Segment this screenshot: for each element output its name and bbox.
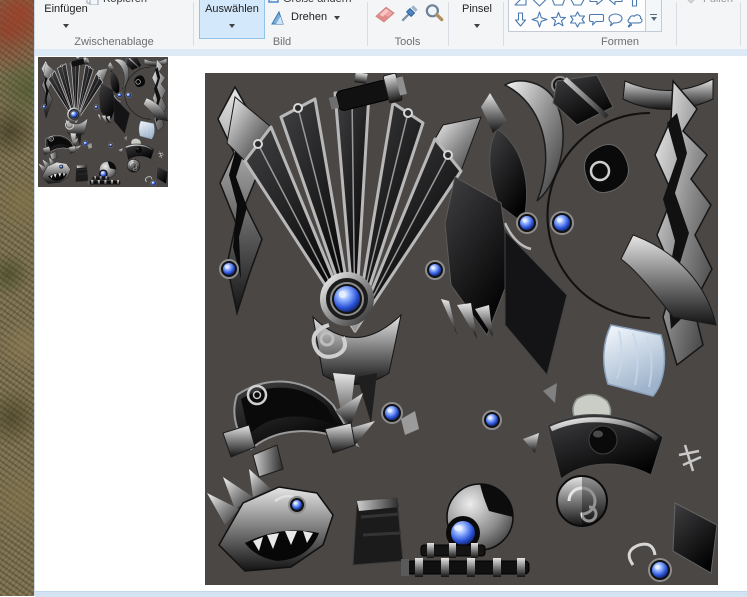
- rotate-dropdown-caret: [334, 16, 340, 20]
- shapes-gallery-more-button[interactable]: [645, 0, 661, 31]
- copy-icon: [86, 0, 99, 5]
- rotate-label: Drehen: [291, 11, 328, 23]
- shape-callout-cloud-icon[interactable]: [625, 11, 644, 28]
- image-group-label: Bild: [272, 36, 292, 48]
- shape-arrow-left-icon[interactable]: [606, 0, 625, 8]
- group-separator: [503, 2, 504, 46]
- brushes-dropdown-caret: [474, 24, 480, 28]
- gallery-more-icon: [650, 14, 657, 15]
- desktop-wallpaper-strip: [0, 0, 34, 596]
- ribbon: Einfügen Kopieren Zwischenablage Auswähl…: [35, 0, 747, 49]
- shape-star-4-icon[interactable]: [530, 11, 549, 28]
- eraser-tool-button[interactable]: [374, 2, 396, 24]
- magnifier-tool-button[interactable]: [423, 2, 445, 24]
- shape-callout-oval-icon[interactable]: [606, 11, 625, 28]
- armor-texture-canvas[interactable]: [205, 73, 718, 585]
- tools-group-label: Tools: [394, 36, 421, 48]
- brushes-button[interactable]: Pinsel: [453, 0, 501, 38]
- gallery-more-caret-icon: [650, 17, 657, 21]
- brushes-label: Pinsel: [462, 3, 492, 15]
- armor-texture-thumbnail[interactable]: [38, 57, 168, 187]
- copy-button[interactable]: Kopieren: [103, 0, 147, 5]
- group-separator: [740, 2, 741, 46]
- resize-button[interactable]: Größe ändern: [283, 0, 351, 5]
- eraser-icon: [375, 6, 395, 23]
- shape-arrow-down-icon[interactable]: [511, 11, 530, 28]
- magnifier-icon: [425, 4, 444, 22]
- ribbon-bottom-edge: [35, 49, 747, 56]
- group-separator: [676, 2, 677, 46]
- select-label: Auswählen: [205, 3, 259, 15]
- canvas-workarea[interactable]: [35, 56, 747, 591]
- group-separator: [448, 2, 449, 46]
- select-dropdown-caret: [229, 24, 235, 28]
- paint-window: Einfügen Kopieren Zwischenablage Auswähl…: [34, 0, 747, 597]
- shape-star-6-icon[interactable]: [568, 11, 587, 28]
- color-picker-icon: [401, 5, 418, 22]
- shape-star-5-icon[interactable]: [549, 11, 568, 28]
- paste-dropdown-caret: [63, 24, 69, 28]
- shapes-group-label: Formen: [601, 36, 639, 48]
- shape-arrow-up-icon[interactable]: [625, 0, 644, 8]
- paste-button[interactable]: Einfügen: [37, 0, 95, 38]
- shapes-row-partial: [511, 0, 644, 8]
- shape-hexagon-icon[interactable]: [568, 0, 587, 8]
- clipboard-group-label: Zwischenablage: [74, 36, 154, 48]
- select-button[interactable]: Auswählen: [199, 0, 265, 39]
- shapes-gallery[interactable]: [508, 0, 662, 32]
- fill-icon: [687, 0, 695, 4]
- shape-diamond-icon[interactable]: [530, 0, 549, 8]
- rotate-icon: [271, 10, 284, 25]
- fill-button[interactable]: Füllen: [703, 0, 733, 5]
- color-picker-tool-button[interactable]: [399, 2, 421, 24]
- group-separator: [193, 2, 194, 46]
- window-bottom-strip: [35, 591, 747, 597]
- shape-arrow-right-icon[interactable]: [587, 0, 606, 8]
- shape-callout-rounded-rect-icon[interactable]: [587, 11, 606, 28]
- shape-right-triangle-icon[interactable]: [511, 0, 530, 8]
- resize-icon: [268, 0, 279, 3]
- shapes-row: [511, 11, 644, 28]
- shape-pentagon-icon[interactable]: [549, 0, 568, 8]
